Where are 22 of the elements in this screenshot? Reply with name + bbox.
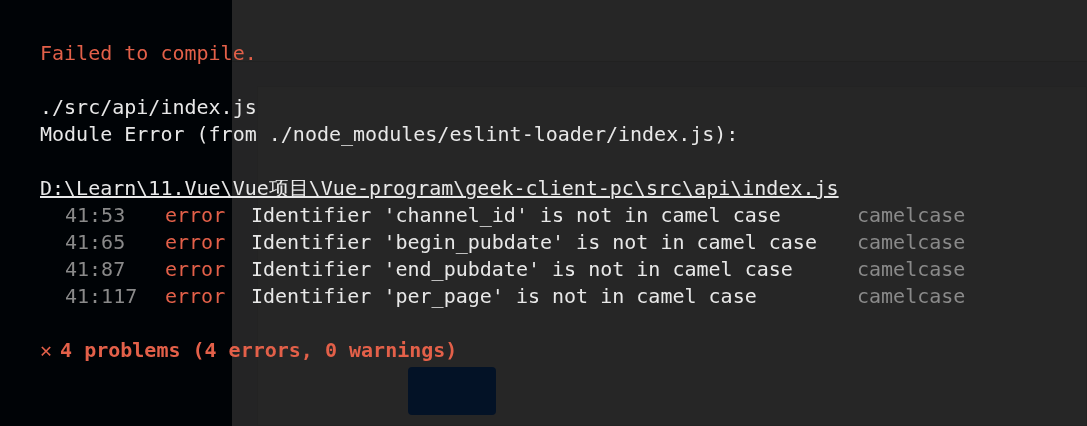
severity-label: error bbox=[165, 283, 227, 310]
severity-label: error bbox=[165, 229, 227, 256]
error-message: Identifier 'per_page' is not in camel case bbox=[251, 283, 758, 310]
error-title: Failed to compile. bbox=[40, 40, 257, 67]
line-position: 41:53 bbox=[65, 202, 127, 229]
error-message: Identifier 'channel_id' is not in camel case bbox=[251, 202, 782, 229]
close-icon: ✕ bbox=[40, 337, 53, 364]
line-position: 41:117 bbox=[65, 283, 139, 310]
module-error-text: Module Error (from ./node_modules/eslint-loader/index.js): bbox=[40, 121, 739, 148]
rule-name: camelcase bbox=[857, 202, 966, 229]
severity-label: error bbox=[165, 202, 227, 229]
severity-label: error bbox=[165, 256, 227, 283]
file-path: ./src/api/index.js bbox=[40, 94, 257, 121]
error-message: Identifier 'end_pubdate' is not in camel case bbox=[251, 256, 794, 283]
error-message: Identifier 'begin_pubdate' is not in camel case bbox=[251, 229, 818, 256]
problem-summary: 4 problems (4 errors, 0 warnings) bbox=[60, 337, 458, 364]
line-position: 41:87 bbox=[65, 256, 127, 283]
line-position: 41:65 bbox=[65, 229, 127, 256]
rule-name: camelcase bbox=[857, 283, 966, 310]
file-link[interactable]: D:\Learn\11.Vue\Vue项目\Vue-program\geek-client-pc\src\api\index.js bbox=[40, 175, 839, 202]
rule-name: camelcase bbox=[857, 229, 966, 256]
rule-name: camelcase bbox=[857, 256, 966, 283]
